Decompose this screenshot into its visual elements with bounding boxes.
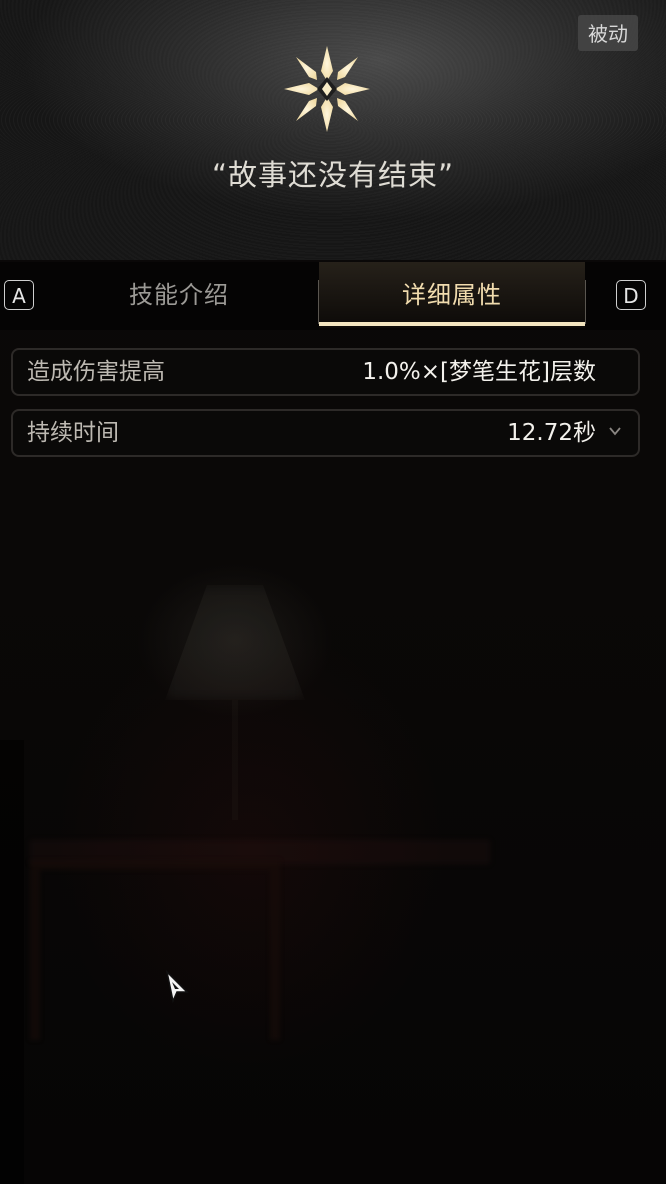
skill-header: 被动 “故事还没有结束”	[0, 0, 666, 260]
background-lamp-stem	[232, 700, 238, 820]
next-tab-key-hint[interactable]: D	[616, 280, 646, 310]
tab-bar: A 技能介绍 详细属性 D	[0, 262, 666, 330]
attribute-label: 造成伤害提高	[27, 359, 165, 385]
tab-skill-intro[interactable]: 技能介绍	[40, 262, 318, 328]
background-silhouette	[0, 740, 24, 1184]
background-lamp	[165, 585, 305, 700]
star-emblem-icon	[284, 46, 370, 132]
skill-detail-screen: 被动 “故事还没有结束” A 技能介绍 详细属性 D 造成伤害提高 1.0%×[…	[0, 0, 666, 1184]
chevron-down-icon[interactable]	[608, 424, 622, 438]
attribute-value: 1.0%×[梦笔生花]层数	[362, 359, 596, 385]
mouse-cursor-icon	[165, 970, 189, 1004]
active-tab-indicator	[319, 322, 585, 326]
attribute-label: 持续时间	[27, 420, 119, 446]
background-chair	[30, 860, 280, 1040]
attribute-value: 12.72秒	[507, 420, 596, 446]
attribute-row-duration[interactable]: 持续时间 12.72秒	[11, 409, 640, 457]
passive-badge: 被动	[578, 15, 638, 51]
background-table	[30, 840, 490, 864]
attribute-row-damage-bonus: 造成伤害提高 1.0%×[梦笔生花]层数	[11, 348, 640, 396]
skill-quote: “故事还没有结束”	[211, 158, 455, 192]
tab-detailed-attributes[interactable]: 详细属性	[319, 262, 585, 328]
tab-divider	[585, 280, 586, 324]
prev-tab-key-hint[interactable]: A	[4, 280, 34, 310]
